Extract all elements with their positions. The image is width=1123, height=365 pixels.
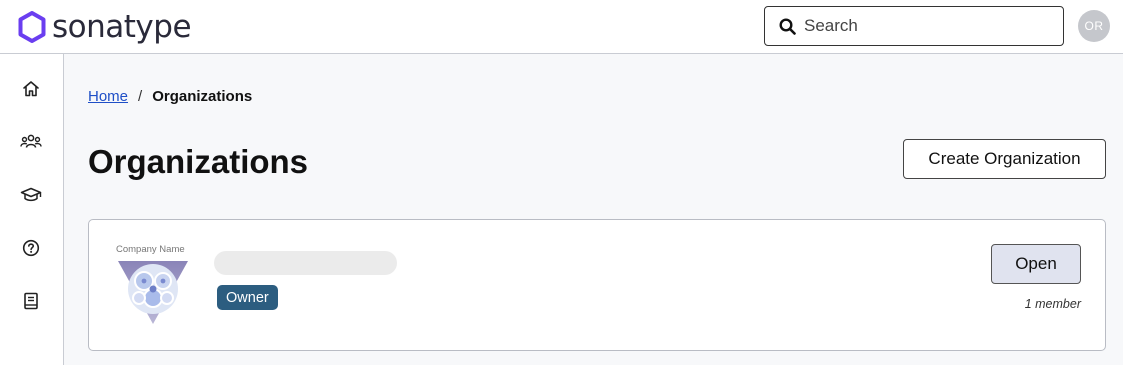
search-box[interactable]	[764, 6, 1064, 46]
search-input[interactable]	[804, 16, 1044, 36]
breadcrumb: Home / Organizations	[88, 88, 252, 105]
organization-name-placeholder	[214, 251, 397, 275]
top-bar: sonatype OR	[0, 0, 1123, 54]
open-organization-button[interactable]: Open	[991, 244, 1081, 284]
sidebar-item-home[interactable]	[16, 74, 46, 104]
home-icon	[23, 81, 39, 97]
sidebar-item-docs[interactable]	[16, 286, 46, 316]
organization-card: Company Name Owner Open 1 member	[88, 219, 1106, 351]
member-count: 1 member	[1024, 297, 1081, 311]
user-avatar[interactable]: OR	[1078, 10, 1110, 42]
page-title: Organizations	[88, 143, 309, 180]
book-icon	[24, 292, 38, 310]
breadcrumb-separator: /	[138, 88, 143, 105]
search-icon	[779, 17, 796, 35]
role-badge: Owner	[217, 285, 278, 310]
graduation-cap-icon	[20, 187, 42, 202]
sonatype-logo[interactable]: sonatype	[18, 9, 192, 45]
create-organization-button[interactable]: Create Organization	[903, 139, 1106, 179]
sidebar-item-learning[interactable]	[16, 180, 46, 210]
sidebar-item-organizations[interactable]	[16, 127, 46, 157]
organization-logo: Company Name	[113, 242, 193, 326]
breadcrumb-home-link[interactable]: Home	[88, 88, 128, 105]
sidebar	[0, 54, 64, 365]
company-logo-icon	[118, 261, 188, 324]
users-icon	[20, 134, 42, 148]
hexagon-logo-icon	[18, 11, 46, 43]
brand-name: sonatype	[52, 9, 192, 45]
sidebar-item-help[interactable]	[16, 233, 46, 263]
breadcrumb-current: Organizations	[152, 88, 253, 105]
help-icon	[22, 239, 40, 257]
